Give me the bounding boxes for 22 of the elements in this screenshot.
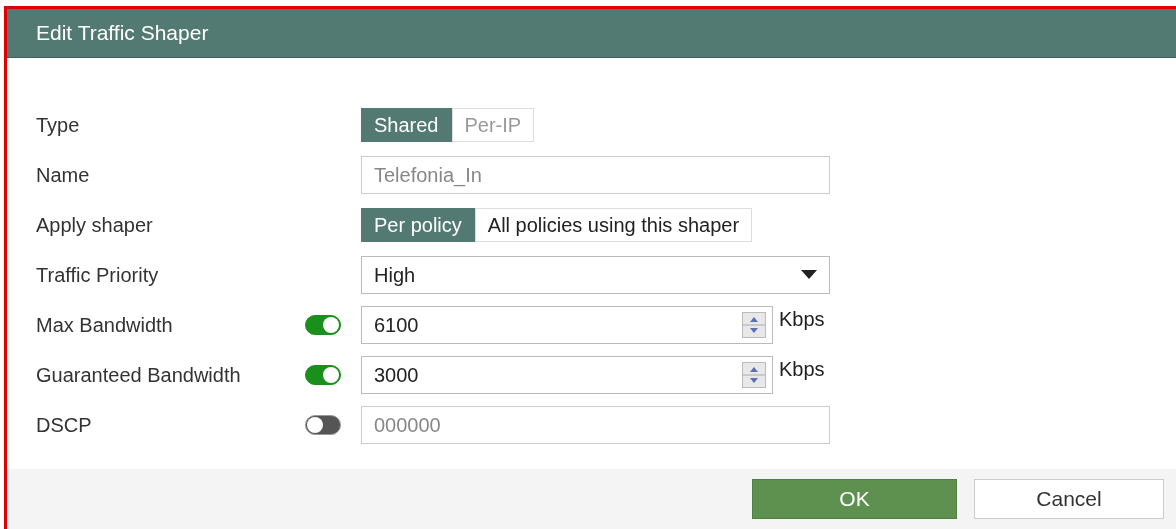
dropdown[interactable]: High (361, 256, 830, 294)
field-label: Traffic Priority (35, 263, 160, 287)
toggle-switch[interactable] (305, 365, 341, 385)
spinner-icon[interactable] (742, 312, 766, 338)
cancel-button[interactable]: Cancel (974, 479, 1164, 519)
field-label: Max Bandwidth (35, 313, 174, 337)
dialog-title: Edit Traffic Shaper (36, 21, 209, 45)
number-field[interactable]: 3000 (361, 356, 773, 394)
toggle-switch[interactable] (305, 315, 341, 335)
field-label: Type (35, 113, 81, 137)
unit-label: Kbps (778, 358, 825, 381)
ok-button[interactable]: OK (752, 479, 957, 519)
field-label: Name (35, 163, 91, 187)
segment-button[interactable]: All policies using this shaper (474, 208, 753, 242)
field-label: DSCP (35, 413, 93, 437)
unit-label: Kbps (778, 308, 825, 331)
field-label: Guaranteed Bandwidth (35, 363, 242, 387)
number-field[interactable]: 6100 (361, 306, 773, 344)
caret-icon (801, 270, 817, 280)
spinner-icon[interactable] (742, 362, 766, 388)
segment-button[interactable]: Per policy (361, 208, 475, 242)
field-label: Apply shaper (35, 213, 154, 237)
